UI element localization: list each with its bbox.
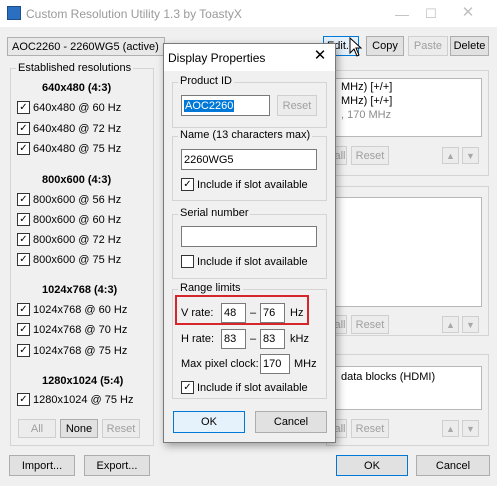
serial-title: Serial number — [178, 207, 251, 219]
checkbox-1024x768-60[interactable]: 1024x768 @ 60 Hz — [17, 303, 127, 316]
reset-button-right-1[interactable]: Reset — [351, 146, 389, 165]
title-bar: Custom Resolution Utility 1.3 by ToastyX… — [0, 0, 497, 27]
dialog-title: Display Properties — [168, 51, 266, 65]
check-icon — [17, 101, 30, 114]
paste-button[interactable]: Paste — [408, 36, 448, 56]
checkbox-640x480-72[interactable]: 640x480 @ 72 Hz — [17, 122, 121, 135]
hrate-max-field[interactable]: 83 — [260, 329, 285, 349]
max-pixel-clock-field[interactable]: 170 — [260, 354, 290, 374]
mouse-cursor-icon — [349, 37, 363, 57]
import-button[interactable]: Import... — [9, 455, 75, 476]
hrate-unit: kHz — [290, 333, 309, 345]
checkbox-640x480-75[interactable]: 640x480 @ 75 Hz — [17, 142, 121, 155]
arrow-up-icon[interactable]: ▲ — [442, 420, 459, 437]
check-icon — [181, 381, 194, 394]
check-icon — [17, 122, 30, 135]
list-item[interactable]: data blocks (HDMI) — [341, 371, 435, 383]
serial-field[interactable] — [181, 226, 317, 247]
arrow-up-icon[interactable]: ▲ — [442, 316, 459, 333]
dialog-close-icon[interactable]: ✕ — [312, 48, 328, 64]
checkbox-1024x768-70[interactable]: 1024x768 @ 70 Hz — [17, 323, 127, 336]
delete-button[interactable]: Delete — [450, 36, 489, 56]
product-id-reset-button[interactable]: Reset — [277, 95, 317, 116]
list-item[interactable]: MHz) [+/+] — [341, 81, 392, 93]
range-include-checkbox[interactable]: Include if slot available — [181, 381, 308, 394]
checkbox-800x600-60[interactable]: 800x600 @ 60 Hz — [17, 213, 121, 226]
name-include-checkbox[interactable]: Include if slot available — [181, 178, 308, 191]
app-icon — [7, 6, 21, 20]
extension-blocks-list[interactable]: data blocks (HDMI) — [334, 366, 482, 410]
window-title: Custom Resolution Utility 1.3 by ToastyX — [26, 7, 242, 21]
hrate-dash: – — [250, 333, 257, 345]
monitor-select[interactable]: AOC2260 - 2260WG5 (active) — [7, 37, 165, 56]
check-icon — [17, 344, 30, 357]
checkbox-1280x1024-75[interactable]: 1280x1024 @ 75 Hz — [17, 393, 133, 406]
group-header-640x480: 640x480 (4:3) — [42, 82, 112, 94]
maximize-icon[interactable]: ☐ — [423, 6, 439, 21]
none-button[interactable]: None — [60, 419, 98, 438]
minimize-icon[interactable]: — — [394, 6, 410, 22]
arrow-down-icon[interactable]: ▼ — [462, 316, 479, 333]
check-icon — [17, 303, 30, 316]
check-icon — [17, 253, 30, 266]
ok-button[interactable]: OK — [336, 455, 408, 476]
cancel-button[interactable]: Cancel — [416, 455, 490, 476]
reset-button[interactable]: Reset — [102, 419, 140, 438]
all-button[interactable]: All — [18, 419, 56, 438]
check-icon — [17, 213, 30, 226]
checkbox-icon — [181, 255, 194, 268]
dialog-ok-button[interactable]: OK — [173, 411, 245, 433]
check-icon — [17, 193, 30, 206]
checkbox-1024x768-75[interactable]: 1024x768 @ 75 Hz — [17, 344, 127, 357]
arrow-down-icon[interactable]: ▼ — [462, 420, 479, 437]
display-properties-dialog: Display Properties ✕ Product ID AOC2260 … — [163, 43, 336, 443]
max-pixel-clock-unit: MHz — [294, 358, 317, 370]
hrate-min-field[interactable]: 83 — [221, 329, 246, 349]
standard-resolutions-list[interactable] — [334, 197, 482, 307]
reset-button-right-3[interactable]: Reset — [351, 419, 389, 438]
checkbox-800x600-56[interactable]: 800x600 @ 56 Hz — [17, 193, 121, 206]
copy-button[interactable]: Copy — [366, 36, 404, 56]
name-title: Name (13 characters max) — [178, 129, 313, 141]
arrow-down-icon[interactable]: ▼ — [462, 147, 479, 164]
dialog-cancel-button[interactable]: Cancel — [255, 411, 327, 433]
checkbox-800x600-72[interactable]: 800x600 @ 72 Hz — [17, 233, 121, 246]
range-limits-title: Range limits — [178, 282, 243, 294]
product-id-field[interactable]: AOC2260 — [181, 95, 270, 116]
max-pixel-clock-label: Max pixel clock: — [181, 358, 259, 370]
group-header-1024x768: 1024x768 (4:3) — [42, 284, 118, 296]
checkbox-800x600-75[interactable]: 800x600 @ 75 Hz — [17, 253, 121, 266]
group-header-800x600: 800x600 (4:3) — [42, 174, 112, 186]
checkbox-640x480-60[interactable]: 640x480 @ 60 Hz — [17, 101, 121, 114]
export-button[interactable]: Export... — [84, 455, 150, 476]
established-resolutions-title: Established resolutions — [16, 62, 134, 74]
reset-button-right-2[interactable]: Reset — [351, 315, 389, 334]
product-id-title: Product ID — [178, 75, 234, 87]
check-icon — [17, 233, 30, 246]
serial-include-checkbox[interactable]: Include if slot available — [181, 255, 308, 268]
hrate-label: H rate: — [181, 333, 215, 345]
check-icon — [17, 393, 30, 406]
close-icon[interactable]: ✕ — [458, 3, 478, 21]
list-item[interactable]: , 170 MHz — [341, 109, 391, 121]
check-icon — [17, 142, 30, 155]
name-field[interactable]: 2260WG5 — [181, 149, 317, 170]
dialog-title-bar: Display Properties ✕ — [164, 44, 335, 71]
check-icon — [181, 178, 194, 191]
check-icon — [17, 323, 30, 336]
vrate-highlight-box — [175, 295, 309, 325]
arrow-up-icon[interactable]: ▲ — [442, 147, 459, 164]
list-item[interactable]: MHz) [+/+] — [341, 95, 392, 107]
detailed-resolutions-list[interactable]: MHz) [+/+] MHz) [+/+] , 170 MHz — [334, 78, 482, 137]
group-header-1280x1024: 1280x1024 (5:4) — [42, 375, 124, 387]
